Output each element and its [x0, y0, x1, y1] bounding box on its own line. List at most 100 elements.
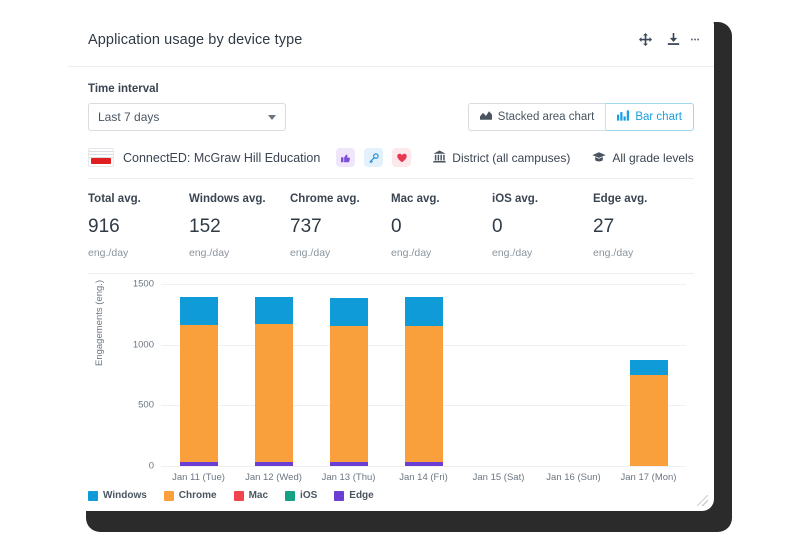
legend-item-mac[interactable]: Mac	[233, 490, 268, 501]
bar-stack[interactable]	[629, 360, 668, 466]
legend-label: iOS	[300, 490, 318, 501]
chart-type-toggle-group: Stacked area chart Bar chart	[467, 103, 694, 131]
legend-swatch	[163, 490, 174, 501]
bar-segment-windows[interactable]	[254, 297, 293, 325]
heart-icon[interactable]	[392, 148, 412, 167]
bar-segment-windows[interactable]	[404, 297, 443, 326]
stat-unit: eng./day	[290, 247, 331, 259]
chart-bars: Jan 11 (Tue) Jan 12 (Wed) Jan 13 (Thu) Jan …	[161, 284, 686, 483]
bar-group: Jan 16 (Sun)	[536, 284, 611, 483]
stat-unit: eng./day	[492, 247, 533, 259]
bar-stack[interactable]	[254, 297, 293, 466]
y-axis-tick: 0	[148, 460, 154, 472]
bar-segment-chrome[interactable]	[254, 324, 293, 462]
bar-group: Jan 14 (Fri)	[386, 284, 461, 483]
bar-segment-edge[interactable]	[404, 461, 443, 466]
stat-label: iOS avg.	[492, 193, 539, 205]
connected-app-logo	[88, 148, 114, 167]
page-title: Application usage by device type	[88, 31, 303, 48]
x-axis-tick: Jan 13 (Thu)	[321, 472, 376, 483]
time-interval-select[interactable]: Last 7 days	[88, 103, 286, 131]
x-axis-tick: Jan 12 (Wed)	[245, 472, 302, 483]
stat-unit: eng./day	[189, 247, 230, 259]
grade-level-chip[interactable]: All grade levels	[592, 150, 694, 166]
bar-segment-chrome[interactable]	[404, 325, 443, 462]
x-axis-tick: Jan 15 (Sat)	[472, 472, 525, 483]
resize-handle[interactable]	[697, 495, 708, 506]
x-axis-tick: Jan 11 (Tue)	[172, 472, 225, 483]
application-usage-card: Application usage by device type Time in…	[68, 13, 714, 511]
download-icon[interactable]	[662, 29, 684, 51]
legend-swatch	[233, 490, 244, 501]
y-axis-title: Engagements (eng.)	[94, 279, 105, 366]
stat-label: Edge avg.	[593, 193, 648, 205]
chevron-down-icon	[268, 114, 276, 120]
bar-stack[interactable]	[179, 297, 218, 466]
bar-segment-windows[interactable]	[629, 360, 668, 375]
bar-group: Jan 13 (Thu)	[311, 284, 386, 483]
stat-value: 0	[391, 216, 402, 237]
card-body: Time interval Last 7 days Stacked area c…	[68, 67, 714, 499]
y-axis-tick: 500	[138, 399, 154, 411]
bar-segment-chrome[interactable]	[329, 325, 368, 462]
bar-segment-edge[interactable]	[329, 461, 368, 466]
legend-label: Chrome	[178, 490, 217, 501]
district-scope-label: District (all campuses)	[452, 150, 571, 165]
x-axis-tick: Jan 17 (Mon)	[620, 472, 677, 483]
stat-windows-avg: Windows avg. 152 eng./day	[189, 193, 290, 259]
stat-edge-avg: Edge avg. 27 eng./day	[593, 193, 694, 259]
legend-item-windows[interactable]: Windows	[88, 490, 147, 501]
stat-ios-avg: iOS avg. 0 eng./day	[492, 193, 593, 259]
stat-label: Windows avg.	[189, 193, 266, 205]
card-header: Application usage by device type	[68, 13, 714, 67]
legend-item-chrome[interactable]: Chrome	[163, 490, 217, 501]
y-axis-tick: 1000	[132, 339, 154, 351]
stat-label: Chrome avg.	[290, 193, 360, 205]
x-axis-tick: Jan 14 (Fri)	[399, 472, 448, 483]
bar-segment-windows[interactable]	[329, 297, 368, 326]
application-row: ConnectED: McGraw Hill Education Distric…	[88, 148, 694, 176]
stacked-area-chart-label: Stacked area chart	[497, 111, 595, 123]
stat-unit: eng./day	[88, 247, 129, 259]
time-interval-value: Last 7 days	[98, 110, 160, 124]
legend-swatch	[285, 490, 296, 501]
bar-chart-icon	[617, 110, 630, 124]
area-chart-icon	[479, 110, 492, 124]
stat-total-avg: Total avg. 916 eng./day	[88, 193, 189, 259]
application-name: ConnectED: McGraw Hill Education	[123, 150, 321, 165]
move-icon[interactable]	[634, 29, 656, 51]
bar-segment-chrome[interactable]	[179, 324, 218, 462]
bar-segment-chrome[interactable]	[629, 375, 668, 466]
bar-group: Jan 17 (Mon)	[611, 284, 686, 483]
bar-group: Jan 15 (Sat)	[461, 284, 536, 483]
bar-stack[interactable]	[329, 297, 368, 466]
y-axis-tick: 1500	[132, 278, 154, 290]
stats-row: Total avg. 916 eng./day Windows avg. 152…	[88, 178, 694, 259]
graduation-cap-icon	[592, 150, 606, 166]
legend-item-edge[interactable]: Edge	[334, 490, 374, 501]
legend-swatch	[88, 490, 98, 501]
grade-level-label: All grade levels	[612, 150, 694, 165]
bar-chart-button[interactable]: Bar chart	[606, 103, 694, 131]
gridline: 0	[149, 461, 686, 472]
stat-label: Total avg.	[88, 193, 141, 205]
application-badges	[336, 148, 412, 167]
stacked-area-chart-button[interactable]: Stacked area chart	[467, 103, 607, 131]
key-icon[interactable]	[364, 148, 384, 167]
chart-plot-area: 0 500 1000 1500 Jan 11 (Tue) Jan 12 (Wed) Jan…	[133, 279, 686, 483]
bank-icon	[433, 150, 446, 166]
stat-chrome-avg: Chrome avg. 737 eng./day	[290, 193, 391, 259]
district-scope-chip[interactable]: District (all campuses)	[433, 150, 570, 166]
stat-value: 152	[189, 216, 221, 237]
bar-segment-windows[interactable]	[179, 297, 218, 325]
bar-group: Jan 12 (Wed)	[236, 284, 311, 483]
stat-unit: eng./day	[593, 247, 634, 259]
bar-segment-edge[interactable]	[179, 461, 218, 466]
more-icon[interactable]	[690, 29, 700, 51]
bar-stack[interactable]	[404, 297, 443, 466]
thumbs-up-icon[interactable]	[336, 148, 356, 167]
stat-unit: eng./day	[391, 247, 432, 259]
legend-item-ios[interactable]: iOS	[285, 490, 317, 501]
bar-segment-edge[interactable]	[254, 461, 293, 466]
legend-label: Windows	[103, 490, 147, 501]
